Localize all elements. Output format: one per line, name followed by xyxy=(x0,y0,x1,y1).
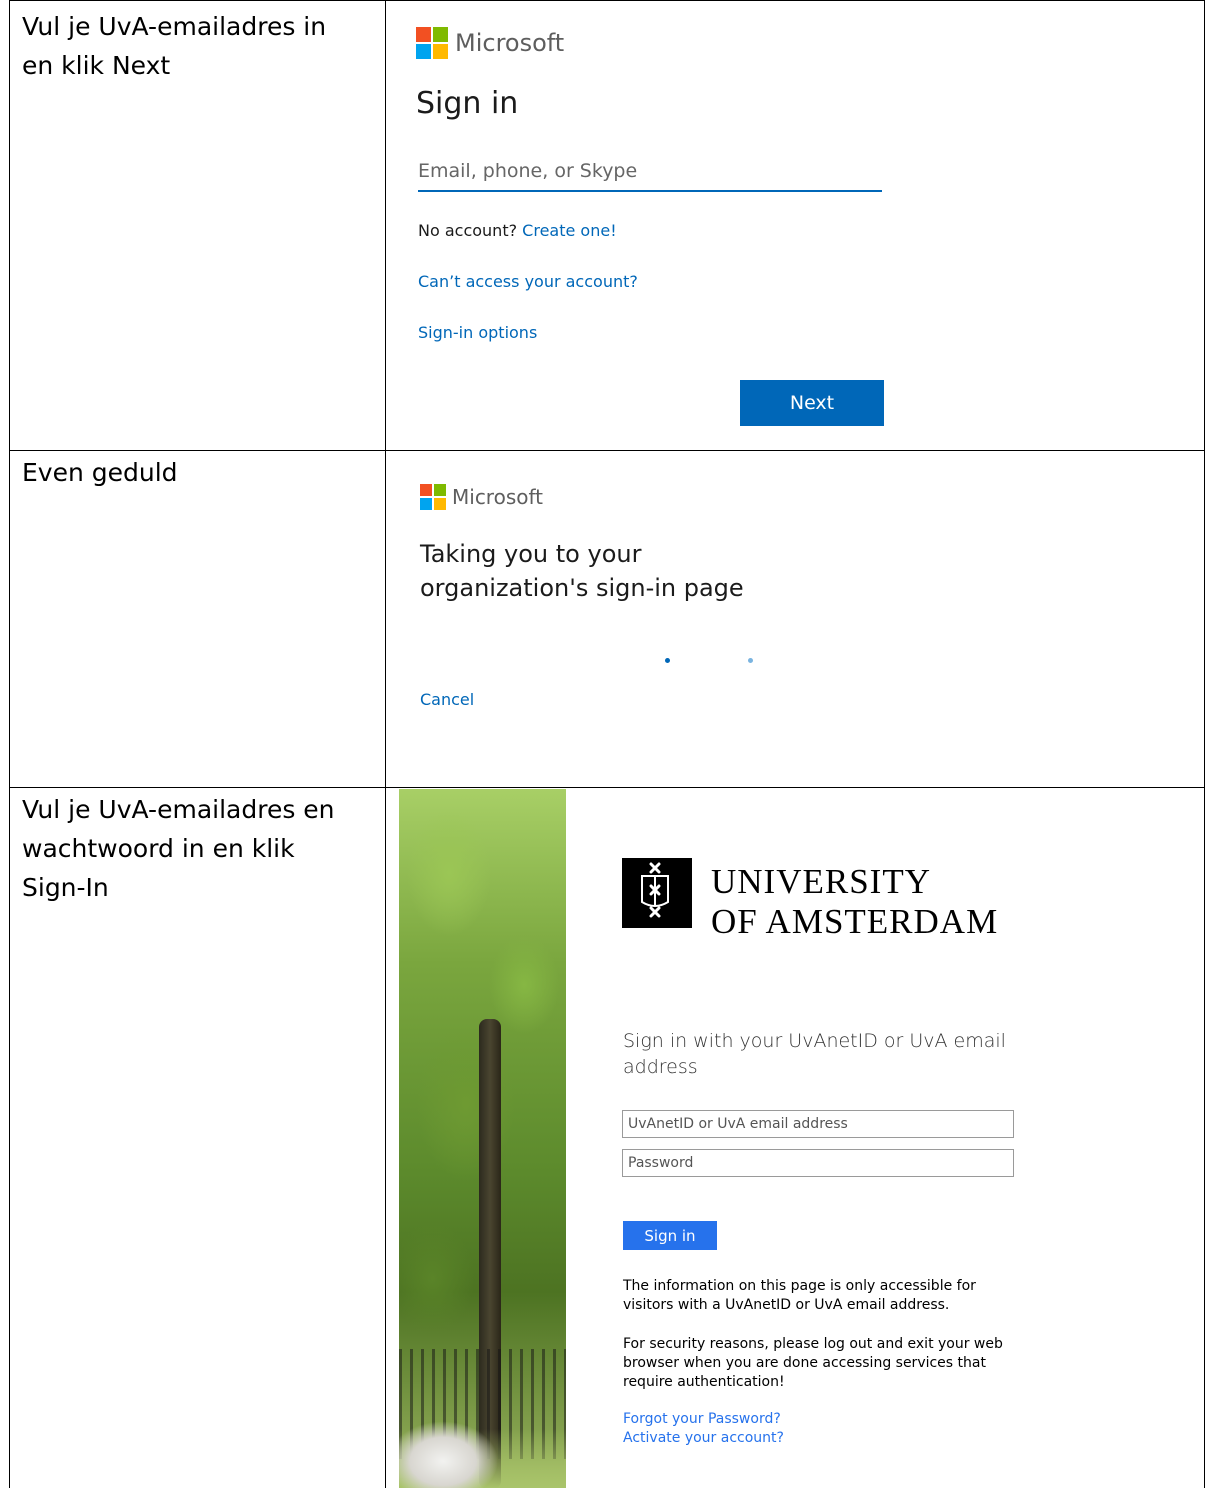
uvanetid-input[interactable] xyxy=(622,1110,1014,1138)
instruction-line: en klik Next xyxy=(22,51,171,80)
microsoft-wordmark: Microsoft xyxy=(452,485,544,509)
heading-line: address xyxy=(623,1056,698,1078)
table-left-border xyxy=(9,0,10,1488)
redirect-title: Taking you to your organization's sign-i… xyxy=(420,537,744,605)
instruction-line: wachtwoord in en klik xyxy=(22,834,295,863)
no-account-line: No account? Create one! xyxy=(418,221,617,240)
activate-account-link[interactable]: Activate your account? xyxy=(623,1430,784,1446)
microsoft-logo: Microsoft xyxy=(416,27,564,59)
people xyxy=(399,1399,509,1488)
table-column-divider xyxy=(385,0,386,1488)
instruction-line: Sign-In xyxy=(22,873,109,902)
email-input[interactable] xyxy=(418,152,882,192)
create-account-link[interactable]: Create one! xyxy=(522,221,616,240)
row2-instruction: Even geduld xyxy=(22,453,178,492)
university-name-line: OF AMSTERDAM xyxy=(711,902,999,941)
redirect-title-line: organization's sign-in page xyxy=(420,574,744,602)
university-name-line: UNIVERSITY xyxy=(711,862,931,901)
instruction-line: Even geduld xyxy=(22,458,178,487)
university-name: UNIVERSITY OF AMSTERDAM xyxy=(711,862,998,942)
security-line: For security reasons, please log out and… xyxy=(623,1336,1003,1352)
forgot-password-link[interactable]: Forgot your Password? xyxy=(623,1411,781,1427)
security-text: For security reasons, please log out and… xyxy=(623,1335,1023,1392)
table-row-divider-1 xyxy=(9,450,1205,451)
instruction-line: Vul je UvA-emailadres en xyxy=(22,795,335,824)
uva-shield-icon xyxy=(622,858,692,928)
microsoft-logo: Microsoft xyxy=(420,484,543,510)
loading-dot xyxy=(748,658,753,663)
loading-dot xyxy=(665,658,670,663)
microsoft-windows-icon xyxy=(420,484,446,510)
heading-line: Sign in with your UvAnetID or UvA email xyxy=(623,1030,1006,1052)
row3-instruction: Vul je UvA-emailadres en wachtwoord in e… xyxy=(22,790,335,907)
info-line: visitors with a UvAnetID or UvA email ad… xyxy=(623,1297,950,1313)
info-text: The information on this page is only acc… xyxy=(623,1277,1023,1315)
redirect-title-line: Taking you to your xyxy=(420,540,642,568)
cancel-link[interactable]: Cancel xyxy=(420,690,474,709)
security-line: require authentication! xyxy=(623,1374,785,1390)
sign-in-options-link[interactable]: Sign-in options xyxy=(418,323,537,342)
next-button[interactable]: Next xyxy=(740,380,884,426)
uva-sign-in-heading: Sign in with your UvAnetID or UvA email … xyxy=(623,1028,1023,1080)
cant-access-account-link[interactable]: Can’t access your account? xyxy=(418,272,638,291)
microsoft-windows-icon xyxy=(416,27,448,59)
sign-in-button[interactable]: Sign in xyxy=(623,1221,717,1250)
instruction-line: Vul je UvA-emailadres in xyxy=(22,12,327,41)
row1-instruction: Vul je UvA-emailadres in en klik Next xyxy=(22,7,326,85)
info-line: The information on this page is only acc… xyxy=(623,1278,976,1294)
password-input[interactable] xyxy=(622,1149,1014,1177)
table-top-border xyxy=(9,0,1205,1)
no-account-text: No account? xyxy=(418,221,518,240)
security-line: browser when you are done accessing serv… xyxy=(623,1355,986,1371)
campus-tree-photo xyxy=(399,789,566,1488)
microsoft-wordmark: Microsoft xyxy=(455,29,565,57)
sign-in-title: Sign in xyxy=(416,86,519,121)
table-row-divider-2 xyxy=(9,787,1205,788)
